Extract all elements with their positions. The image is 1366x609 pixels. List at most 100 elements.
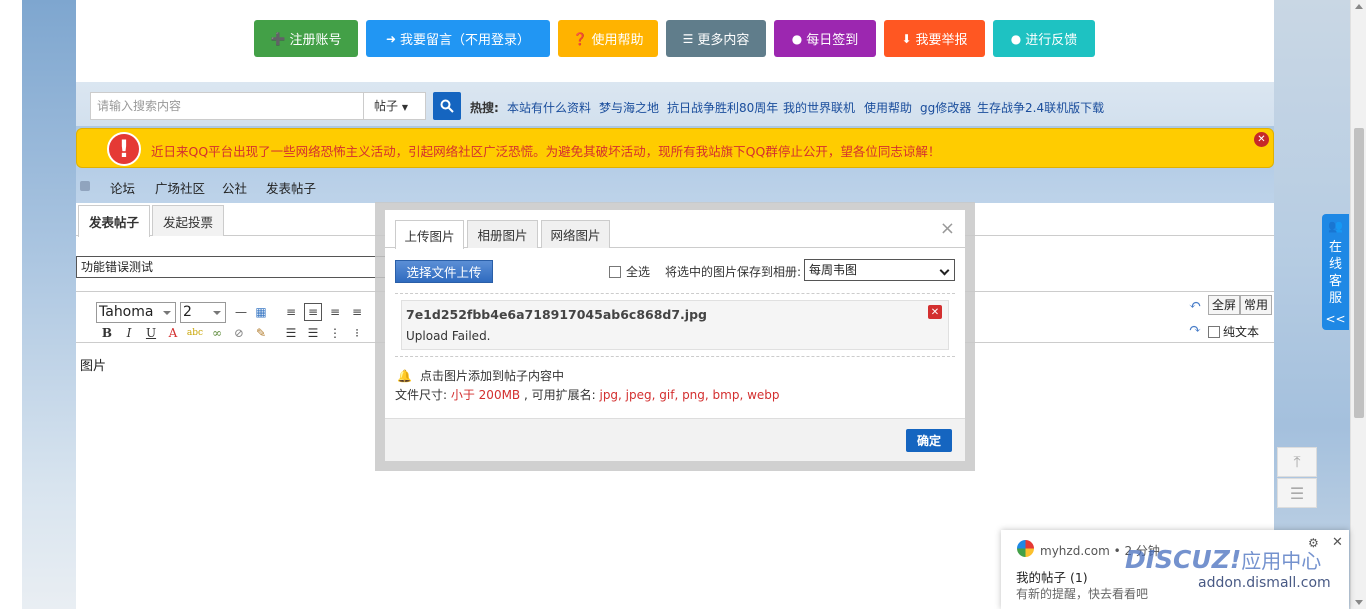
top-nav-bar: ➕ 注册账号 ➜ 我要留言（不用登录） ❓ 使用帮助 ☰ 更多内容 ● 每日签到 ⬇ 我要举报 ● 进行反… xyxy=(76,0,1274,82)
common-button[interactable]: 常用 xyxy=(1240,295,1273,315)
table-icon[interactable]: ▦ xyxy=(252,303,270,321)
select-all-toggle[interactable]: 全选 xyxy=(609,263,650,280)
plain-text-toggle[interactable]: 纯文本 xyxy=(1208,323,1259,340)
watermark-url: addon.dismall.com xyxy=(1198,575,1331,591)
search-bar: 请输入搜索内容 帖子 ▼ 热搜: 本站有什么资料 梦与海之地 抗日战争胜利80周年我… xyxy=(76,82,1274,126)
paragraph-icon[interactable]: ☰ xyxy=(282,324,300,342)
top-button-6[interactable]: ⬇ 我要举报 xyxy=(884,20,985,57)
hint-ext-value: jpg, jpeg, gif, png, bmp, webp xyxy=(599,388,780,402)
top-button-5[interactable]: ● 每日签到 xyxy=(774,20,876,57)
site-logo-icon xyxy=(1017,540,1034,557)
hot-search-link[interactable]: 我的世界联机 xyxy=(783,99,855,116)
search-type-label: 帖子 xyxy=(374,99,399,113)
toast-title: 我的帖子 (1) xyxy=(1016,570,1088,585)
background-color-icon[interactable]: abc xyxy=(186,324,204,342)
top-button-1[interactable]: ➕ 注册账号 xyxy=(254,20,358,57)
arrow-up-icon: ⤒ xyxy=(1293,452,1301,471)
indent-icon[interactable]: ☰ xyxy=(304,324,322,342)
text-color-icon[interactable]: A xyxy=(164,324,182,342)
divider xyxy=(395,356,955,357)
chevron-down-icon xyxy=(939,265,950,276)
select-all-checkbox[interactable] xyxy=(609,265,621,278)
collapse-icon: << xyxy=(1325,312,1346,326)
upload-file-item: 7e1d252fbb4e6a718917045ab6c868d7.jpg Upl… xyxy=(401,300,949,350)
album-value: 每周韦图 xyxy=(809,263,858,277)
unlink-icon[interactable]: ⊘ xyxy=(230,324,248,342)
sign-in-icon: ➜ xyxy=(385,31,397,46)
subject-input[interactable]: 功能错误测试 xyxy=(76,256,386,278)
fullscreen-button[interactable]: 全屏 xyxy=(1208,295,1241,315)
breadcrumb-item-commune[interactable]: 公社 xyxy=(222,178,247,197)
choose-file-button[interactable]: 选择文件上传 xyxy=(395,260,493,283)
hot-search-label: 热搜: xyxy=(470,101,499,115)
top-button-7[interactable]: ● 进行反馈 xyxy=(993,20,1095,57)
hint-size-value: 小于 200MB xyxy=(450,388,521,402)
close-icon[interactable]: × xyxy=(940,218,955,239)
bold-icon[interactable]: B xyxy=(98,324,116,342)
back-to-top-button[interactable]: ⤒ xyxy=(1277,447,1317,477)
confirm-button[interactable]: 确定 xyxy=(906,429,952,452)
tab-new-post[interactable]: 发表帖子 xyxy=(78,205,150,237)
redo-icon[interactable]: ↷ xyxy=(1186,320,1204,338)
ordered-list-icon[interactable]: ⋮ xyxy=(326,324,344,342)
tab-upload-image[interactable]: 上传图片 xyxy=(395,220,464,249)
underline-icon[interactable]: U xyxy=(142,324,160,342)
editor-content[interactable]: 图片 xyxy=(80,355,106,374)
album-select[interactable]: 每周韦图 xyxy=(804,259,955,281)
top-button-label: 我要留言（不用登录） xyxy=(400,33,531,48)
plain-text-checkbox[interactable] xyxy=(1208,325,1220,338)
horizontal-rule-icon[interactable]: — xyxy=(232,303,250,321)
italic-icon[interactable]: I xyxy=(120,324,138,342)
top-button-label: 使用帮助 xyxy=(591,33,644,48)
home-icon[interactable] xyxy=(80,181,90,191)
align-justify-icon[interactable]: ≡ xyxy=(348,303,366,321)
hot-search-link[interactable]: 梦与海之地 xyxy=(599,99,659,116)
top-button-4[interactable]: ☰ 更多内容 xyxy=(666,20,766,57)
divider xyxy=(395,293,955,294)
top-button-2[interactable]: ➜ 我要留言（不用登录） xyxy=(366,20,550,57)
list-icon: ☰ xyxy=(682,31,694,46)
hot-search-link[interactable]: 使用帮助 xyxy=(864,99,912,116)
cs-char-1: 在 xyxy=(1328,240,1342,255)
link-icon[interactable]: ∞ xyxy=(208,324,226,342)
question-icon: ❓ xyxy=(572,31,588,46)
scroll-down-arrow[interactable] xyxy=(1355,600,1363,605)
watermark-logo-text: DISCUZ! xyxy=(1125,545,1242,574)
image-upload-dialog: 上传图片 相册图片 网络图片 × 选择文件上传 全选 将选中的图片保存到相册: … xyxy=(375,202,975,471)
notice-close-icon[interactable]: ✕ xyxy=(1254,132,1269,147)
hot-search-link[interactable]: 生存战争2.4联机版下载 xyxy=(977,99,1104,116)
scroll-up-arrow[interactable] xyxy=(1355,4,1363,9)
undo-icon[interactable]: ↶ xyxy=(1186,296,1204,314)
search-type-select[interactable]: 帖子 ▼ xyxy=(364,92,426,120)
hot-search-link[interactable]: 抗日战争胜利80周年 xyxy=(667,99,778,116)
search-button[interactable] xyxy=(433,92,461,120)
top-button-3[interactable]: ❓ 使用帮助 xyxy=(558,20,658,57)
warning-icon: ! xyxy=(107,132,141,166)
online-service-tab[interactable]: 👥 在 线 客 服 << xyxy=(1322,214,1349,330)
notice-banner: ! 近日来QQ平台出现了一些网络恐怖主义活动，引起网络社区广泛恐慌。为避免其破坏… xyxy=(76,128,1274,168)
align-left-icon[interactable]: ≡ xyxy=(282,303,300,321)
delete-file-icon[interactable]: ✕ xyxy=(928,305,942,319)
dialog-footer: 确定 xyxy=(385,418,965,461)
breadcrumb-item-forum[interactable]: 论坛 xyxy=(110,178,135,197)
scrollbar-thumb[interactable] xyxy=(1354,128,1364,418)
page-scrollbar[interactable] xyxy=(1350,0,1366,609)
align-right-icon[interactable]: ≡ xyxy=(326,303,344,321)
unordered-list-icon[interactable]: ⁝ xyxy=(348,324,366,342)
tab-album-image[interactable]: 相册图片 xyxy=(467,220,538,248)
dropdown-arrow-icon xyxy=(213,311,221,315)
watermark-logo: DISCUZ!应用中心 xyxy=(1125,545,1321,574)
align-center-icon[interactable]: ≡ xyxy=(304,303,322,321)
breadcrumb-item-square[interactable]: 广场社区 xyxy=(155,178,205,197)
search-input[interactable]: 请输入搜索内容 xyxy=(90,92,364,120)
font-family-select[interactable]: Tahoma xyxy=(96,302,176,323)
font-size-select[interactable]: 2 xyxy=(180,302,226,323)
tab-new-poll[interactable]: 发起投票 xyxy=(152,205,224,236)
comments-icon: ● xyxy=(791,31,803,46)
clear-format-icon[interactable]: ✎ xyxy=(252,324,270,342)
hot-search-link[interactable]: 本站有什么资料 xyxy=(507,99,591,116)
file-status: Upload Failed. xyxy=(406,329,491,343)
hot-search-link[interactable]: gg修改器 xyxy=(920,99,971,116)
tab-web-image[interactable]: 网络图片 xyxy=(541,220,610,248)
list-button[interactable]: ☰ xyxy=(1277,478,1317,508)
